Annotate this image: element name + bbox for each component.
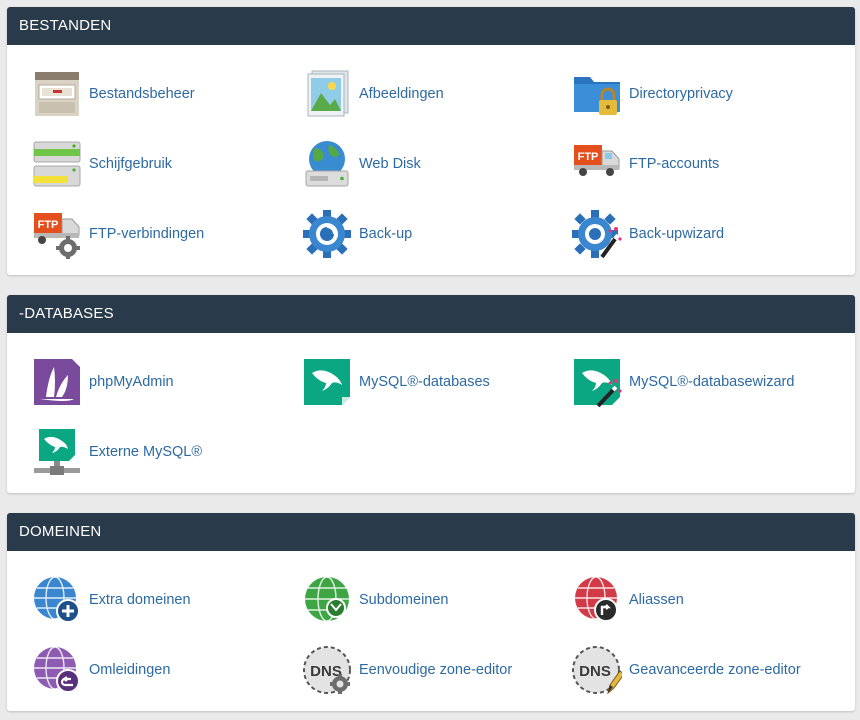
item-label: Subdomeinen [359, 592, 449, 608]
mysql-wizard-icon [574, 359, 622, 407]
section-title: -DATABASES [7, 295, 855, 333]
subdomains-icon [305, 576, 349, 622]
addon-domains-icon [34, 576, 80, 623]
item-label: Aliassen [629, 592, 684, 608]
item-label: Eenvoudige zone-editor [359, 662, 513, 678]
item-externe-mysql[interactable]: Externe MySQL® [32, 427, 202, 477]
item-label: Bestandsbeheer [89, 86, 195, 102]
item-label: FTP-accounts [629, 156, 720, 172]
ftp-truck-icon: FTP [574, 145, 620, 176]
item-ftp-verbindingen[interactable]: FTP FTP-verbindingen [32, 209, 204, 259]
item-extra-domeinen[interactable]: Extra domeinen [32, 575, 191, 625]
item-ftp-accounts[interactable]: FTP FTP-accounts [572, 139, 719, 189]
item-geavanceerde-zone-editor[interactable]: DNS Geavanceerde zone-editor [572, 645, 801, 695]
item-schijfgebruik[interactable]: Schijfgebruik [32, 139, 172, 189]
advanced-zone-editor-icon: DNS [572, 646, 622, 695]
item-label: Omleidingen [89, 662, 171, 678]
backup-wizard-icon [572, 210, 622, 259]
disk-usage-icon [33, 141, 81, 187]
redirects-icon [34, 646, 80, 693]
item-aliassen[interactable]: Aliassen [572, 575, 684, 625]
item-eenvoudige-zone-editor[interactable]: DNS Eenvoudige zone-editor [302, 645, 512, 695]
item-label: Back-up [359, 226, 413, 242]
svg-text:FTP: FTP [578, 151, 599, 163]
item-label: FTP-verbindingen [89, 226, 205, 242]
mysql-databases-icon [304, 359, 350, 405]
svg-text:DNS: DNS [579, 663, 611, 680]
section-title: BESTANDEN [7, 7, 855, 45]
item-phpmyadmin[interactable]: phpMyAdmin [32, 357, 174, 407]
item-back-upwizard[interactable]: Back-upwizard [572, 209, 724, 259]
backup-icon [303, 210, 351, 258]
item-label: Extra domeinen [89, 592, 191, 608]
item-subdomeinen[interactable]: Subdomeinen [302, 575, 449, 625]
file-cabinet-icon [35, 72, 79, 116]
images-icon [307, 70, 349, 117]
item-omleidingen[interactable]: Omleidingen [32, 645, 170, 695]
item-label: Geavanceerde zone-editor [629, 662, 801, 678]
aliases-icon [575, 576, 618, 622]
item-mysql-databases[interactable]: MySQL®-databases [302, 357, 490, 407]
web-disk-icon [305, 141, 349, 187]
item-web-disk[interactable]: Web Disk [302, 139, 421, 189]
item-label: Back-upwizard [629, 226, 725, 242]
remote-mysql-icon [34, 429, 80, 475]
item-label: phpMyAdmin [89, 374, 174, 390]
svg-text:FTP: FTP [38, 219, 59, 231]
item-label: MySQL®-databases [359, 374, 490, 390]
item-back-up[interactable]: Back-up [302, 209, 412, 259]
item-label: Directoryprivacy [629, 86, 733, 102]
item-label: Web Disk [359, 156, 421, 172]
ftp-connections-icon: FTP [34, 213, 80, 259]
folder-lock-icon [574, 77, 620, 115]
item-directoryprivacy[interactable]: Directoryprivacy [572, 69, 733, 119]
item-bestandsbeheer[interactable]: Bestandsbeheer [32, 69, 195, 119]
section-title: DOMEINEN [7, 513, 855, 551]
item-label: Externe MySQL® [89, 444, 203, 460]
item-label: MySQL®-databasewizard [629, 374, 795, 390]
item-mysql-databasewizard[interactable]: MySQL®-databasewizard [572, 357, 794, 407]
item-label: Schijfgebruik [89, 156, 173, 172]
section-bestanden: BESTANDEN Bestandsbeheer Afbeeldingen Di… [7, 7, 855, 275]
phpmyadmin-icon [34, 359, 80, 405]
section-databases: -DATABASES phpMyAdmin MySQL®-databases M… [7, 295, 855, 493]
item-label: Afbeeldingen [359, 86, 444, 102]
item-afbeeldingen[interactable]: Afbeeldingen [302, 69, 444, 119]
simple-zone-editor-icon: DNS [303, 646, 351, 694]
section-domeinen: DOMEINEN Extra domeinen Subdomeinen Alia… [7, 513, 855, 711]
